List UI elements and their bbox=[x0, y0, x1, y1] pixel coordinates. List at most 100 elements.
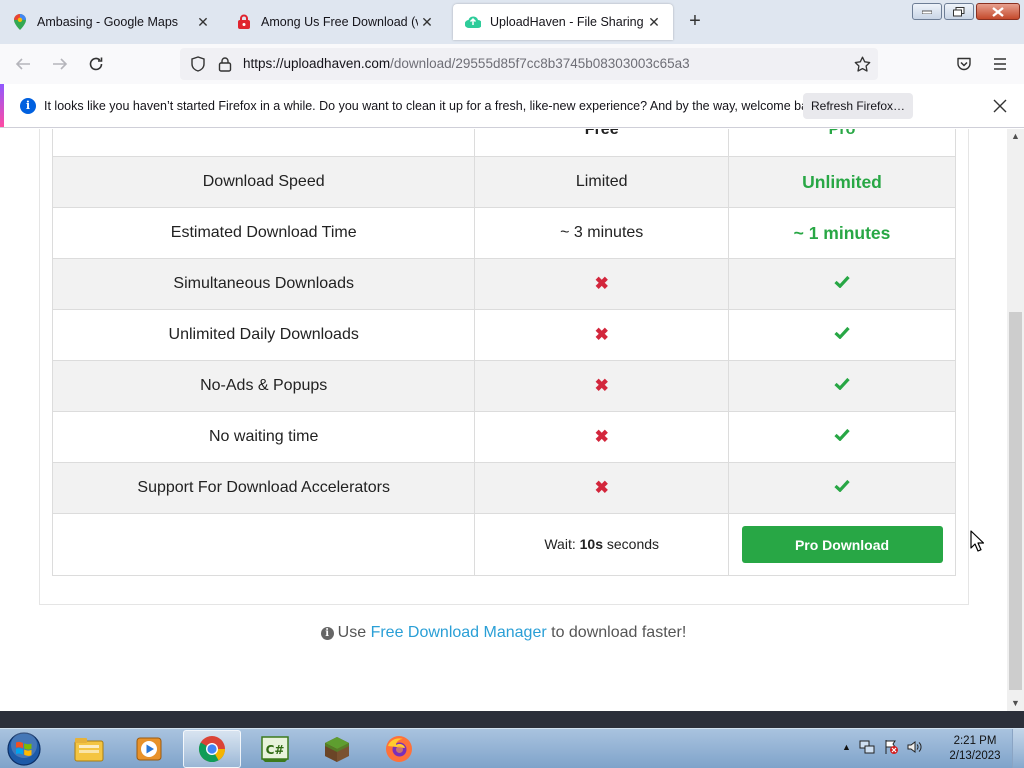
show-hidden-icons-icon[interactable]: ▲ bbox=[842, 742, 851, 752]
minimize-button[interactable] bbox=[912, 3, 942, 20]
tab-among-us[interactable]: Among Us Free Download (v2022 ✕ bbox=[224, 4, 446, 40]
windows-explorer-icon bbox=[74, 738, 104, 762]
taskbar-media-player[interactable] bbox=[120, 730, 178, 768]
close-tab-icon[interactable]: ✕ bbox=[418, 14, 436, 31]
feature-label: Simultaneous Downloads bbox=[51, 258, 476, 310]
network-icon[interactable] bbox=[859, 739, 875, 755]
scroll-down-arrow-icon[interactable]: ▼ bbox=[1007, 696, 1024, 711]
pro-cell bbox=[728, 309, 956, 361]
tracking-protection-shield-icon[interactable] bbox=[188, 54, 208, 74]
tab-strip: Ambasing - Google Maps ✕ Among Us Free D… bbox=[0, 0, 1024, 44]
wait-cell: Wait: 10s seconds bbox=[474, 513, 730, 576]
refresh-firefox-button[interactable]: Refresh Firefox… bbox=[803, 93, 913, 119]
reload-icon bbox=[89, 57, 103, 71]
cross-icon: ✖ bbox=[594, 325, 609, 344]
start-button[interactable] bbox=[4, 730, 44, 768]
pocket-icon[interactable] bbox=[954, 54, 974, 74]
new-tab-button[interactable]: + bbox=[683, 10, 707, 34]
show-desktop-button[interactable] bbox=[1012, 729, 1024, 768]
close-notification-button[interactable] bbox=[990, 96, 1010, 116]
pro-cell bbox=[728, 258, 956, 310]
pro-cell bbox=[728, 462, 956, 514]
feature-label: No waiting time bbox=[51, 411, 476, 463]
taskbar-clock[interactable]: 2:21 PM 2/13/2023 bbox=[940, 734, 1010, 764]
firefox-icon bbox=[386, 736, 412, 762]
restore-button[interactable] bbox=[944, 3, 974, 20]
close-tab-icon[interactable]: ✕ bbox=[645, 14, 663, 31]
page-footer-strip bbox=[0, 711, 1024, 728]
forward-button[interactable] bbox=[50, 54, 70, 74]
table-row: Support For Download Accelerators ✖ bbox=[51, 462, 956, 514]
taskbar-csharp-ide[interactable]: C# bbox=[246, 730, 304, 768]
scrollbar-thumb[interactable] bbox=[1009, 312, 1022, 690]
info-icon: i bbox=[20, 98, 36, 114]
tab-title: UploadHaven - File Sharing Made bbox=[490, 15, 645, 29]
table-row: Simultaneous Downloads ✖ bbox=[51, 258, 956, 310]
reload-button[interactable] bbox=[86, 54, 106, 74]
pro-download-cell: Pro Download bbox=[728, 513, 956, 576]
window-controls bbox=[912, 3, 1020, 20]
mouse-cursor-icon bbox=[970, 530, 984, 552]
pro-download-button[interactable]: Pro Download bbox=[741, 526, 943, 563]
lock-app-icon bbox=[236, 14, 252, 30]
clock-date: 2/13/2023 bbox=[949, 750, 1001, 762]
volume-icon[interactable] bbox=[907, 739, 923, 755]
pro-cell bbox=[728, 411, 956, 463]
taskbar-chrome[interactable] bbox=[183, 730, 241, 768]
tab-title: Ambasing - Google Maps bbox=[37, 15, 179, 29]
cross-icon: ✖ bbox=[594, 427, 609, 446]
free-download-manager-link[interactable]: Free Download Manager bbox=[371, 624, 547, 641]
free-cell: ✖ bbox=[474, 309, 730, 361]
minimize-icon bbox=[922, 10, 932, 14]
checkmark-icon bbox=[834, 275, 850, 288]
bookmark-star-icon[interactable] bbox=[852, 54, 872, 74]
minecraft-icon bbox=[325, 737, 349, 762]
hint-suffix: to download faster! bbox=[546, 624, 687, 641]
close-tab-icon[interactable]: ✕ bbox=[194, 14, 212, 31]
free-cell: ✖ bbox=[474, 258, 730, 310]
table-row: Unlimited Daily Downloads ✖ bbox=[51, 309, 956, 361]
page-content: Free Pro Download Speed Limited Unlimite… bbox=[0, 129, 1007, 711]
notification-message: It looks like you haven’t started Firefo… bbox=[44, 99, 825, 113]
wait-suffix: seconds bbox=[602, 535, 660, 552]
back-button[interactable] bbox=[13, 54, 33, 74]
taskbar-firefox[interactable] bbox=[370, 730, 428, 768]
hamburger-menu-icon[interactable] bbox=[990, 54, 1010, 74]
wait-prefix: Wait: bbox=[544, 535, 580, 552]
cross-icon: ✖ bbox=[594, 478, 609, 497]
wait-countdown: Wait: 10s seconds bbox=[544, 536, 659, 552]
feature-label: Estimated Download Time bbox=[51, 207, 476, 259]
header-feature bbox=[51, 129, 476, 157]
url-text[interactable]: https://uploadhaven.com/download/29555d8… bbox=[243, 56, 690, 71]
free-value: Limited bbox=[474, 156, 730, 208]
checkmark-icon bbox=[834, 479, 850, 492]
close-icon bbox=[992, 6, 1004, 17]
taskbar-windows-explorer[interactable] bbox=[60, 730, 118, 768]
free-cell: ✖ bbox=[474, 360, 730, 412]
back-arrow-icon bbox=[15, 58, 30, 70]
cross-icon: ✖ bbox=[594, 376, 609, 395]
action-center-flag-icon[interactable] bbox=[883, 739, 899, 755]
checkmark-icon bbox=[834, 326, 850, 339]
restore-icon bbox=[953, 6, 965, 16]
taskbar-minecraft[interactable] bbox=[308, 730, 366, 768]
plan-comparison-table: Free Pro Download Speed Limited Unlimite… bbox=[51, 129, 956, 576]
pro-value: ~ 1 minutes bbox=[728, 207, 956, 259]
cross-icon: ✖ bbox=[594, 274, 609, 293]
info-circle-icon: i bbox=[320, 627, 334, 640]
pro-cell bbox=[728, 360, 956, 412]
vertical-scrollbar[interactable]: ▲ ▼ bbox=[1007, 129, 1024, 711]
table-row: No-Ads & Popups ✖ bbox=[51, 360, 956, 412]
table-row: No waiting time ✖ bbox=[51, 411, 956, 463]
scroll-up-arrow-icon[interactable]: ▲ bbox=[1007, 129, 1024, 144]
tab-uploadhaven[interactable]: UploadHaven - File Sharing Made ✕ bbox=[453, 4, 673, 40]
address-bar[interactable]: https://uploadhaven.com/download/29555d8… bbox=[180, 48, 878, 80]
free-value: ~ 3 minutes bbox=[474, 207, 730, 259]
uploadhaven-icon bbox=[465, 14, 481, 30]
windows-start-orb-icon bbox=[7, 732, 41, 766]
csharp-ide-icon: C# bbox=[261, 736, 289, 762]
padlock-icon[interactable] bbox=[215, 54, 235, 74]
close-window-button[interactable] bbox=[976, 3, 1020, 20]
download-manager-hint: i Use Free Download Manager to download f… bbox=[0, 624, 1007, 642]
tab-google-maps[interactable]: Ambasing - Google Maps ✕ bbox=[0, 4, 222, 40]
